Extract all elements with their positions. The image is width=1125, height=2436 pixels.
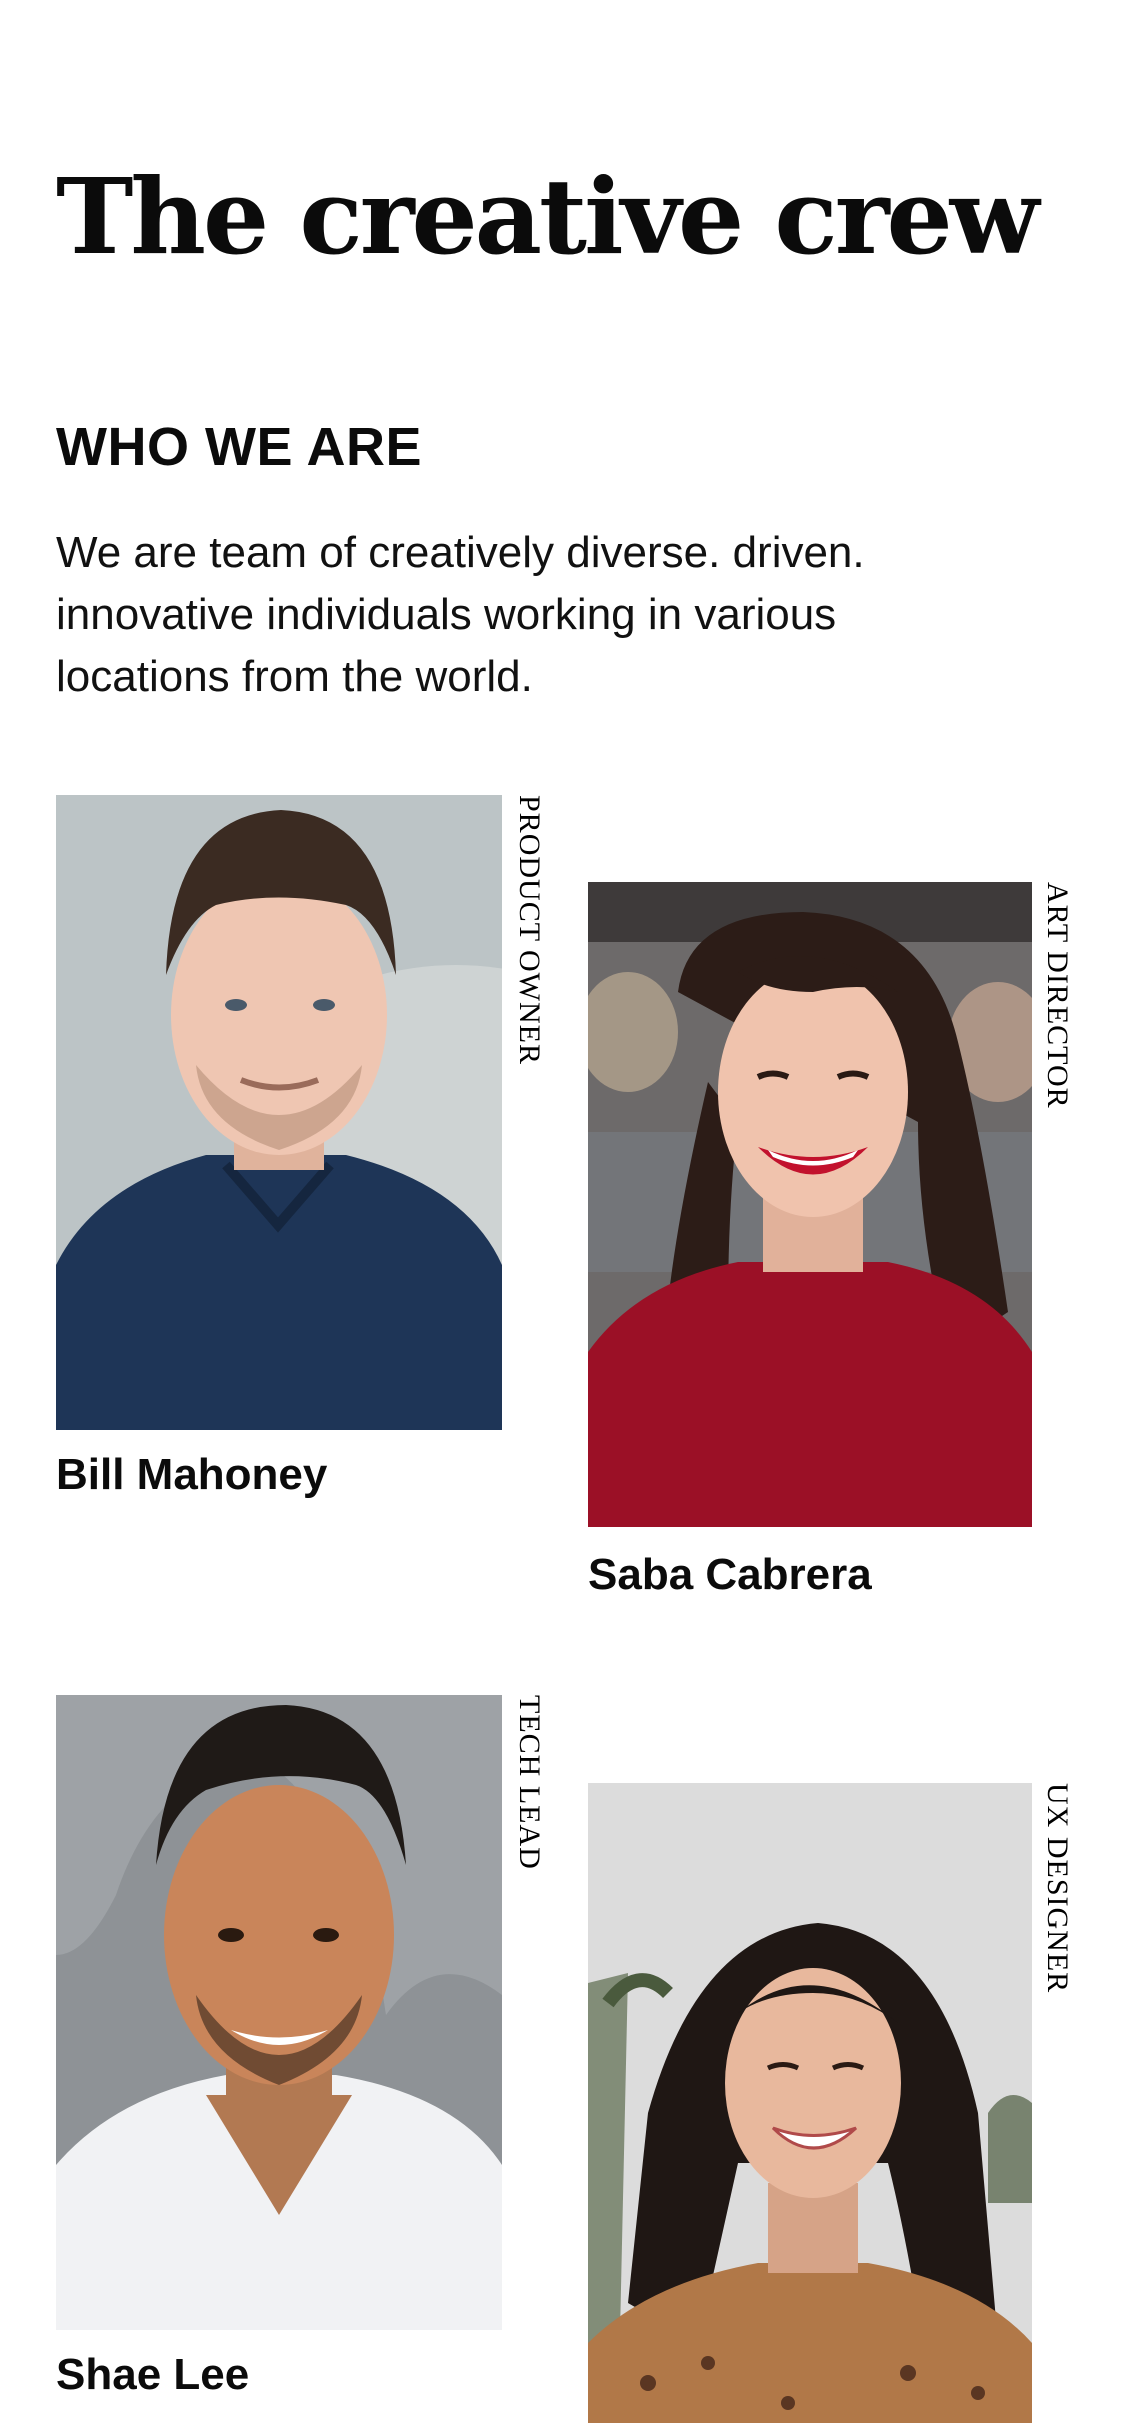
portrait-image — [588, 882, 1032, 1527]
section-heading-who-we-are: WHO WE ARE — [56, 417, 422, 477]
member-photo — [588, 1783, 1032, 2423]
member-name: Saba Cabrera — [588, 1550, 872, 1599]
member-photo — [56, 795, 502, 1430]
team-member-card: ART DIRECTOR Saba Cabrera — [588, 882, 1088, 1602]
member-role: UX DESIGNER — [1041, 1783, 1074, 1994]
member-photo — [56, 1695, 502, 2330]
member-role: PRODUCT OWNER — [513, 795, 546, 1065]
team-member-card: TECH LEAD Shae Lee — [56, 1695, 556, 2415]
member-name: Bill Mahoney — [56, 1450, 328, 1499]
team-member-card: UX DESIGNER — [588, 1783, 1088, 2436]
portrait-image — [56, 795, 502, 1430]
member-name: Shae Lee — [56, 2350, 250, 2399]
member-role: ART DIRECTOR — [1041, 882, 1074, 1109]
member-role: TECH LEAD — [513, 1695, 546, 1870]
portrait-image — [56, 1695, 502, 2330]
team-member-card: PRODUCT OWNER Bill Mahoney — [56, 795, 556, 1515]
intro-paragraph: We are team of creatively diverse. drive… — [56, 528, 865, 701]
member-photo — [588, 882, 1032, 1527]
portrait-image — [588, 1783, 1032, 2423]
page-title: The creative crew — [56, 155, 1039, 278]
